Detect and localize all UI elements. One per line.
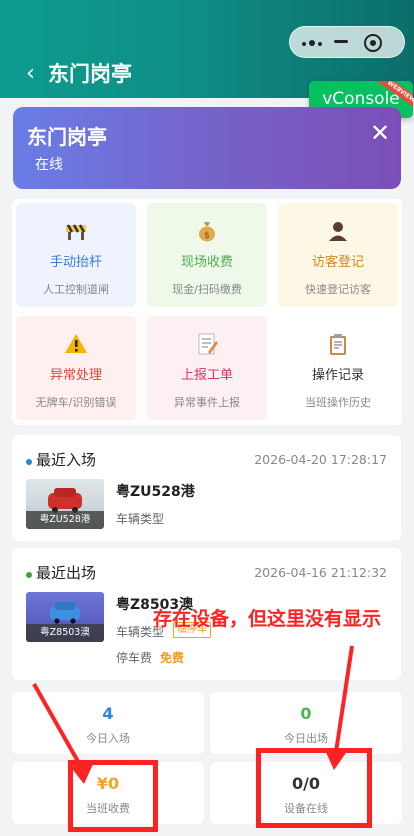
exit-time: 2026-04-16 21:12:32: [254, 565, 387, 580]
exit-dot: [26, 572, 32, 578]
entry-dot: [26, 459, 32, 465]
action-manual-lift[interactable]: 手动抬杆 人工控制道闸: [16, 203, 136, 307]
back-arrow-icon[interactable]: ‹: [26, 60, 35, 88]
entry-plate: 粤ZU528港: [116, 484, 195, 500]
action-title: 上报工单: [180, 368, 233, 383]
entry-thumb-caption: 粤ZU528港: [26, 511, 104, 529]
action-subtitle: 异常事件上报: [174, 396, 240, 409]
money-bag-icon: $: [199, 222, 215, 242]
warning-icon: [65, 334, 87, 353]
action-title: 手动抬杆: [49, 255, 102, 270]
action-subtitle: 无牌车/识别错误: [35, 396, 117, 409]
fee-label: 停车费: [116, 651, 153, 665]
stat-today-entry: 4 今日入场: [12, 692, 204, 754]
action-operation-log[interactable]: 操作记录 当班操作历史: [278, 316, 398, 420]
action-title: 异常处理: [49, 368, 102, 383]
barrier-icon: [66, 224, 86, 240]
fee-value: 免费: [160, 651, 185, 665]
entry-heading: 最近入场: [36, 451, 97, 469]
memo-icon: [198, 333, 218, 355]
action-subtitle: 现金/扫码缴费: [172, 283, 242, 296]
clipboard-icon: [330, 334, 346, 355]
more-icon[interactable]: [302, 35, 324, 51]
minimize-icon[interactable]: [334, 40, 348, 43]
annotation-text: 存在设备，但这里没有显示: [153, 608, 382, 630]
action-panel: 手动抬杆 人工控制道闸 $ 现场收费 现金/扫码缴费 访客登记 快速登记访客 异…: [12, 199, 402, 425]
gate-status: 在线: [35, 157, 63, 173]
entry-vehicle-type: 车辆类型: [116, 512, 165, 526]
entry-vehicle-photo[interactable]: 粤ZU528港: [26, 479, 104, 529]
action-onsite-charge[interactable]: $ 现场收费 现金/扫码缴费: [147, 203, 267, 307]
person-icon: [329, 222, 347, 241]
stat-label: 今日出场: [284, 732, 328, 745]
svg-text:$: $: [204, 231, 210, 241]
exit-vehicle-photo[interactable]: 粤Z8503澳: [26, 592, 104, 642]
stat-label: 今日入场: [86, 732, 130, 745]
action-exception-handling[interactable]: 异常处理 无牌车/识别错误: [16, 316, 136, 420]
gate-card: 东门岗亭 在线 ✕: [13, 107, 401, 189]
action-subtitle: 人工控制道闸: [43, 283, 109, 296]
action-visitor-register[interactable]: 访客登记 快速登记访客: [278, 203, 398, 307]
annotation-box-charge: [68, 760, 158, 832]
entry-time: 2026-04-20 17:28:17: [254, 452, 387, 467]
exit-thumb-caption: 粤Z8503澳: [26, 624, 104, 642]
gate-name: 东门岗亭: [27, 125, 107, 149]
action-title: 操作记录: [311, 368, 364, 383]
annotation-box-device: [256, 748, 372, 828]
close-miniprogram-icon[interactable]: [364, 34, 382, 52]
exit-heading: 最近出场: [36, 564, 97, 582]
action-title: 现场收费: [180, 255, 233, 270]
action-subtitle: 快速登记访客: [305, 283, 371, 296]
stat-value: 0: [300, 704, 312, 723]
action-report-ticket[interactable]: 上报工单 异常事件上报: [147, 316, 267, 420]
action-subtitle: 当班操作历史: [305, 396, 371, 409]
action-title: 访客登记: [311, 255, 364, 270]
close-icon[interactable]: ✕: [370, 121, 390, 145]
stat-value: 4: [102, 704, 114, 723]
stat-today-exit: 0 今日出场: [210, 692, 402, 754]
page-title: 东门岗亭: [48, 62, 132, 86]
vconsole-label: vConsole: [322, 89, 400, 109]
latest-entry-card[interactable]: 最近入场 2026-04-20 17:28:17 粤ZU528港 粤ZU528港…: [12, 435, 401, 541]
